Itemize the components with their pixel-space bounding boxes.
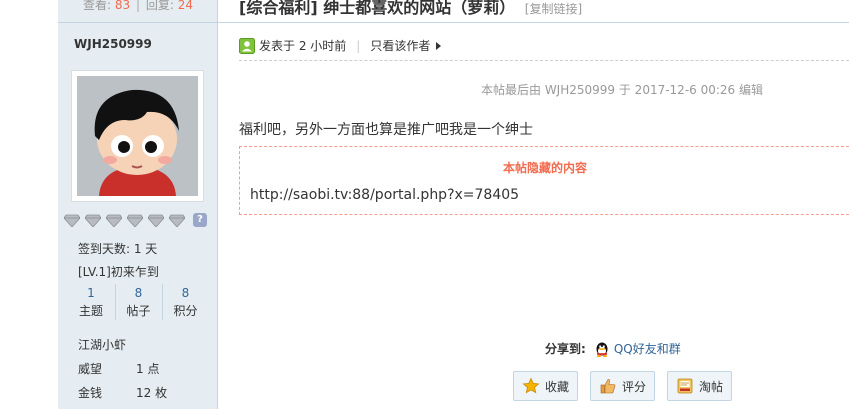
count-threads[interactable]: 1 主题 [68, 284, 115, 320]
author-sidebar: 查看: 83 | 回复: 24 WJH250999 ? 签到天数: 1 天 [L… [58, 0, 218, 409]
favorite-button[interactable]: 收藏 [513, 371, 579, 401]
author-only-link[interactable]: 只看该作者 [370, 37, 430, 54]
share-label: 分享到: [545, 342, 586, 356]
diamond-icon [64, 214, 80, 227]
attr-prestige: 威望 1 点 [78, 360, 159, 377]
count-value: 8 [134, 286, 143, 300]
diamond-icon [106, 214, 122, 227]
attr-value: 12 枚 [136, 386, 168, 400]
hidden-url[interactable]: http://saobi.tv:88/portal.php?x=78405 [250, 187, 519, 203]
qq-penguin-icon[interactable] [594, 341, 610, 357]
replies-count: 24 [177, 0, 193, 12]
attr-money: 金钱 12 枚 [78, 384, 167, 401]
post-body: 福利吧，另外一方面也算是推广吧我是一个绅士 [239, 122, 533, 138]
attr-key: 威望 [78, 362, 103, 376]
hidden-content-title: 本帖隐藏的内容 [502, 161, 587, 175]
meta-separator: | [356, 38, 361, 53]
user-level[interactable]: [LV.1]初来乍到 [78, 263, 159, 280]
count-value: 8 [181, 286, 190, 300]
avatar[interactable] [71, 70, 204, 202]
online-user-icon [239, 37, 255, 54]
share-bar: 分享到: QQ好友和群 [545, 340, 681, 357]
edit-note: 本帖最后由 WJH250999 于 2017-12-6 00:26 编辑 [481, 83, 763, 97]
collect-thread-label: 淘帖 [699, 379, 724, 394]
left-margin [0, 0, 58, 409]
author-name[interactable]: WJH250999 [74, 37, 152, 51]
signin-days: 签到天数: 1 天 [78, 242, 158, 256]
count-label: 主题 [78, 304, 103, 318]
meta-divider [239, 60, 849, 61]
post-main: [综合福利] 绅士都喜欢的网站（萝莉） [复制链接] 发表于 2 小时前 | 只… [218, 0, 849, 409]
share-qq-link[interactable]: QQ好友和群 [614, 340, 681, 357]
diamond-icon [127, 214, 143, 227]
count-label: 积分 [173, 304, 198, 318]
thumb-up-icon [600, 379, 616, 394]
post-actions: 收藏 评分 淘帖 [513, 371, 733, 401]
tray-icon [677, 378, 693, 394]
thread-title: [综合福利] 绅士都喜欢的网站（萝莉） [复制链接] [239, 0, 582, 18]
collect-thread-button[interactable]: 淘帖 [667, 371, 733, 401]
favorite-label: 收藏 [545, 379, 570, 394]
hidden-content-box: 本帖隐藏的内容 http://saobi.tv:88/portal.php?x=… [239, 146, 849, 215]
user-rank: 江湖小虾 [78, 338, 127, 352]
count-value: 1 [87, 286, 95, 300]
count-posts[interactable]: 8 帖子 [114, 284, 162, 320]
medal-row: ? [64, 212, 207, 228]
count-points[interactable]: 8 积分 [161, 284, 209, 320]
title-divider [218, 22, 849, 23]
views-count: 83 [114, 0, 131, 12]
sidebar-divider [58, 22, 218, 23]
diamond-icon [169, 214, 185, 227]
avatar-image [77, 76, 198, 196]
views-label: 查看: [82, 0, 112, 12]
attr-key: 金钱 [78, 386, 103, 400]
help-icon[interactable]: ? [193, 213, 207, 227]
replies-label: 回复: [145, 0, 174, 12]
triangle-right-icon [436, 41, 442, 50]
star-icon [522, 377, 540, 394]
attr-value: 1 点 [136, 362, 160, 376]
diamond-icon [85, 214, 101, 227]
stats-separator: | [135, 0, 141, 12]
rate-label: 评分 [622, 379, 647, 394]
post-meta: 发表于 2 小时前 | 只看该作者 [239, 37, 442, 54]
copy-link-button[interactable]: [复制链接] [525, 2, 582, 16]
count-label: 帖子 [126, 304, 151, 318]
thread-title-text: [综合福利] 绅士都喜欢的网站（萝莉） [239, 0, 516, 17]
thread-stats: 查看: 83 | 回复: 24 [58, 0, 218, 14]
post-time: 发表于 2 小时前 [259, 39, 347, 53]
author-counts: 1 主题 8 帖子 8 积分 [58, 284, 218, 320]
diamond-icon [148, 214, 164, 227]
cartoon-boy-avatar-icon [77, 76, 198, 196]
rate-button[interactable]: 评分 [590, 371, 656, 401]
